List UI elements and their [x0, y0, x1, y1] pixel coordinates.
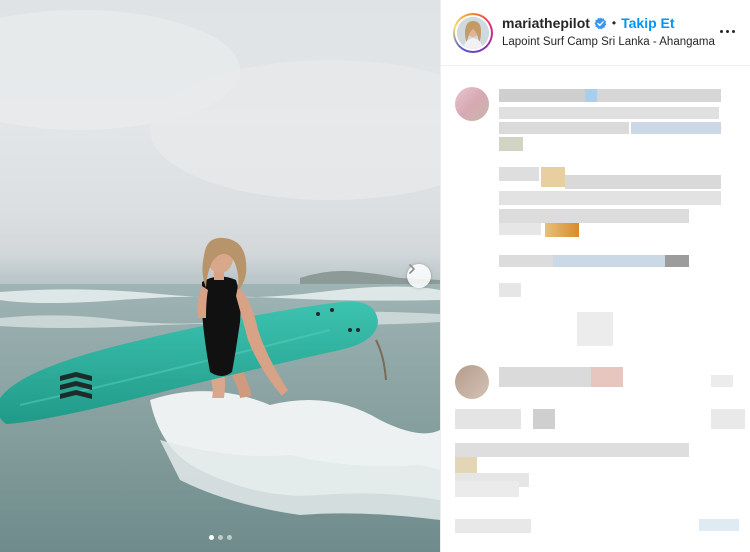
verified-badge-icon [594, 16, 607, 29]
surfer-photo [0, 10, 440, 552]
location-link[interactable]: Lapoint Surf Camp Sri Lanka - Ahangama [502, 36, 715, 48]
more-options-button[interactable] [718, 22, 736, 40]
follow-button[interactable]: Takip Et [621, 15, 674, 31]
comments-area [441, 67, 750, 552]
avatar[interactable] [455, 365, 489, 399]
post-header: mariathepilot • Takip Et Lapoint Surf Ca… [441, 0, 750, 66]
post-photo[interactable] [0, 0, 440, 552]
carousel-dot [226, 535, 232, 540]
avatar[interactable] [455, 87, 489, 121]
carousel-dot [217, 535, 223, 540]
avatar-image [457, 17, 489, 49]
avatar[interactable] [453, 13, 493, 53]
separator-dot: • [611, 16, 617, 30]
post-sidebar: mariathepilot • Takip Et Lapoint Surf Ca… [440, 0, 750, 552]
username-link[interactable]: mariathepilot [502, 15, 590, 31]
carousel-next-button[interactable] [407, 264, 431, 288]
chevron-right-icon [409, 264, 416, 274]
carousel-dot [208, 535, 214, 540]
carousel-indicator [0, 535, 440, 540]
more-options-icon [719, 29, 723, 33]
